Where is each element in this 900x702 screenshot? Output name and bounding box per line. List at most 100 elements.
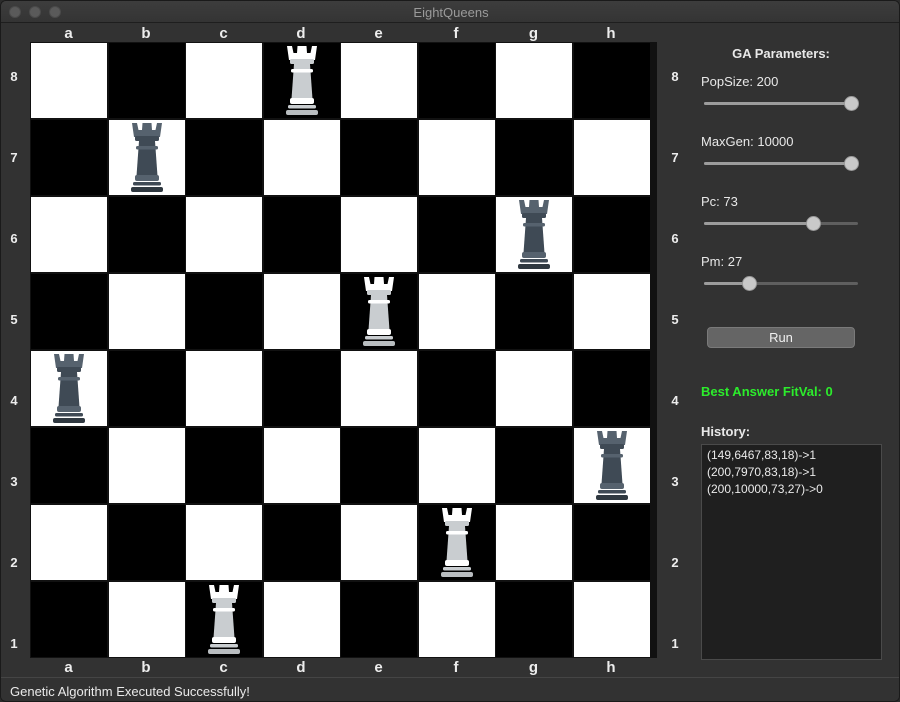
rank-label-left-6: 6 [10, 231, 18, 246]
square-e1[interactable] [341, 582, 417, 657]
pc-label: Pc: 73 [701, 194, 738, 209]
square-b2[interactable] [108, 505, 185, 580]
square-b8[interactable] [108, 43, 185, 118]
status-message: Genetic Algorithm Executed Successfully! [10, 684, 250, 699]
slider-fill [704, 102, 851, 105]
square-f5[interactable] [418, 274, 495, 349]
square-c8[interactable] [186, 43, 262, 118]
square-a8[interactable] [31, 43, 107, 118]
square-e6[interactable] [341, 197, 417, 272]
square-e8[interactable] [341, 43, 417, 118]
square-b4[interactable] [108, 351, 185, 426]
slider-thumb[interactable] [844, 96, 859, 111]
ga-parameters-heading: GA Parameters: [732, 46, 830, 61]
square-g1[interactable] [496, 582, 572, 657]
square-g7[interactable] [496, 120, 572, 195]
square-c3[interactable] [186, 428, 262, 503]
square-b5[interactable] [108, 274, 185, 349]
square-h6[interactable] [573, 197, 650, 272]
square-c4[interactable] [186, 351, 262, 426]
rank-label-right-6: 6 [671, 231, 679, 246]
square-e7[interactable] [341, 120, 417, 195]
square-c1[interactable] [186, 582, 262, 657]
square-g4[interactable] [496, 351, 572, 426]
dark-rook-icon [595, 430, 628, 500]
square-f4[interactable] [418, 351, 495, 426]
file-label-bottom-f: f [453, 659, 459, 676]
file-label-bottom-g: g [528, 659, 539, 676]
square-e5[interactable] [341, 274, 417, 349]
square-h1[interactable] [573, 582, 650, 657]
run-button[interactable]: Run [707, 327, 855, 348]
square-a3[interactable] [31, 428, 107, 503]
square-d3[interactable] [263, 428, 340, 503]
file-label-bottom-c: c [219, 659, 228, 676]
square-f6[interactable] [418, 197, 495, 272]
square-e3[interactable] [341, 428, 417, 503]
square-h3[interactable] [573, 428, 650, 503]
white-rook-icon [285, 45, 318, 115]
square-b3[interactable] [108, 428, 185, 503]
square-a2[interactable] [31, 505, 107, 580]
square-f7[interactable] [418, 120, 495, 195]
square-d6[interactable] [263, 197, 340, 272]
square-d1[interactable] [263, 582, 340, 657]
history-item: (149,6467,83,18)->1 [707, 448, 817, 462]
square-h5[interactable] [573, 274, 650, 349]
square-h4[interactable] [573, 351, 650, 426]
main-window: EightQueens a b c d e f g h a b c d e f g h 8 7 6 5 4 3 2 1 8 7 6 5… [0, 0, 900, 702]
slider-thumb[interactable] [806, 216, 822, 231]
maxgen-slider[interactable] [704, 155, 859, 171]
square-c2[interactable] [186, 505, 262, 580]
square-e2[interactable] [341, 505, 417, 580]
rank-label-left-1: 1 [10, 636, 18, 651]
history-item: (200,10000,73,27)->0 [707, 482, 823, 496]
square-f2[interactable] [418, 505, 495, 580]
dark-rook-icon [518, 199, 550, 269]
file-label-bottom-e: e [374, 659, 383, 676]
square-c5[interactable] [186, 274, 262, 349]
square-a4[interactable] [31, 351, 107, 426]
square-g3[interactable] [496, 428, 572, 503]
square-g5[interactable] [496, 274, 572, 349]
history-list[interactable]: (149,6467,83,18)->1 (200,7970,83,18)->1 … [701, 444, 882, 660]
square-f8[interactable] [418, 43, 495, 118]
square-b6[interactable] [108, 197, 185, 272]
file-label-top-f: f [453, 25, 459, 42]
square-h8[interactable] [573, 43, 650, 118]
slider-thumb[interactable] [741, 276, 757, 291]
square-b1[interactable] [108, 582, 185, 657]
status-bar: Genetic Algorithm Executed Successfully! [1, 677, 899, 701]
pm-slider[interactable] [704, 275, 858, 291]
square-f3[interactable] [418, 428, 495, 503]
rank-label-left-4: 4 [10, 393, 18, 408]
file-label-top-h: h [606, 25, 616, 42]
popsize-slider[interactable] [704, 95, 859, 111]
file-label-top-b: b [141, 25, 151, 42]
square-f1[interactable] [418, 582, 495, 657]
square-d8[interactable] [263, 43, 340, 118]
square-a1[interactable] [31, 582, 107, 657]
window-title: EightQueens [413, 5, 489, 20]
square-d7[interactable] [263, 120, 340, 195]
square-d2[interactable] [263, 505, 340, 580]
file-label-bottom-h: h [606, 659, 616, 676]
square-g8[interactable] [496, 43, 572, 118]
rank-label-right-5: 5 [671, 312, 679, 327]
square-d4[interactable] [263, 351, 340, 426]
square-g2[interactable] [496, 505, 572, 580]
square-e4[interactable] [341, 351, 417, 426]
square-h7[interactable] [573, 120, 650, 195]
square-b7[interactable] [108, 120, 185, 195]
square-h2[interactable] [573, 505, 650, 580]
square-c7[interactable] [186, 120, 262, 195]
slider-thumb[interactable] [844, 156, 859, 171]
square-a6[interactable] [31, 197, 107, 272]
square-g6[interactable] [496, 197, 572, 272]
pc-slider[interactable] [704, 215, 858, 231]
history-label: History: [701, 424, 751, 439]
square-c6[interactable] [186, 197, 262, 272]
square-a5[interactable] [31, 274, 107, 349]
square-a7[interactable] [31, 120, 107, 195]
square-d5[interactable] [263, 274, 340, 349]
